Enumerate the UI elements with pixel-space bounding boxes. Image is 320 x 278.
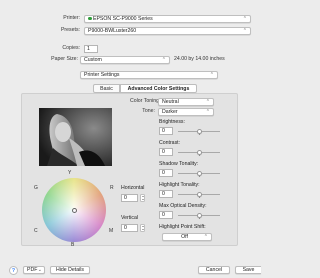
wheel-letter-left: G: [34, 185, 38, 191]
max-optical-density-field[interactable]: 0: [159, 211, 173, 219]
color-toning-value: Neutral: [162, 99, 179, 105]
color-toning-popup[interactable]: Neutral ⌃: [158, 98, 214, 106]
printer-value: EPSON SC-P9000 Series: [93, 16, 153, 22]
vertical-label: Vertical: [121, 215, 139, 221]
max-optical-density-slider-knob[interactable]: [196, 212, 202, 218]
tab-basic[interactable]: Basic: [93, 84, 120, 93]
wheel-letter-bottom-left: C: [34, 228, 38, 234]
copies-field[interactable]: 1: [84, 45, 98, 53]
brightness-label: Brightness:: [159, 119, 185, 125]
section-value: Printer Settings: [84, 72, 120, 78]
highlight-tonality-label: Highlight Tonality:: [159, 182, 200, 188]
color-toning-label: Color Toning:: [130, 98, 161, 104]
cancel-button[interactable]: Cancel: [198, 266, 230, 274]
preview-image: [39, 108, 112, 166]
contrast-label: Contrast:: [159, 140, 181, 146]
horizontal-stepper[interactable]: [140, 194, 145, 202]
contrast-slider-knob[interactable]: [196, 149, 202, 155]
color-wheel[interactable]: [42, 178, 106, 242]
paper-size-label: Paper Size:: [51, 56, 78, 62]
wheel-letter-right: R: [110, 185, 114, 191]
highlight-point-shift-popup[interactable]: Off ⌃: [162, 233, 212, 241]
section-popup[interactable]: Printer Settings ⌃: [80, 71, 218, 79]
wheel-letter-top: Y: [68, 170, 72, 176]
tone-popup[interactable]: Darker ⌃: [158, 108, 214, 116]
pdf-menu-button[interactable]: PDF ⌄: [23, 266, 45, 274]
chevron-down-icon: ⌄: [37, 267, 42, 273]
chevron-updown-icon: ⌃: [203, 234, 208, 240]
tone-label: Tone:: [142, 108, 155, 114]
save-button[interactable]: Save: [235, 266, 261, 274]
chevron-updown-icon: ⌃: [209, 72, 214, 78]
wheel-letter-bottom: B: [71, 242, 75, 248]
tone-value: Darker: [162, 109, 178, 115]
printer-popup[interactable]: EPSON SC-P9000 Series ⌃: [84, 15, 251, 23]
highlight-tonality-field[interactable]: 0: [159, 190, 173, 198]
shadow-tonality-label: Shadow Tonality:: [159, 161, 199, 167]
max-optical-density-label: Max Optical Density:: [159, 203, 207, 209]
chevron-updown-icon: ⌃: [242, 28, 247, 34]
shadow-tonality-field[interactable]: 0: [159, 169, 173, 177]
presets-label: Presets:: [60, 27, 80, 33]
presets-popup[interactable]: P9000-BWLuster260 ⌃: [84, 27, 251, 35]
chevron-updown-icon: ⌃: [161, 57, 166, 63]
presets-value: P9000-BWLuster260: [88, 28, 137, 34]
highlight-point-shift-label: Highlight Point Shift:: [159, 224, 206, 230]
horizontal-label: Horizontal: [121, 185, 145, 191]
help-button[interactable]: ?: [9, 266, 18, 275]
horizontal-field[interactable]: 0: [121, 194, 138, 202]
paper-size-value: Custom: [84, 57, 102, 63]
chevron-updown-icon: ⌃: [205, 109, 210, 115]
copies-label: Copies:: [62, 45, 80, 51]
brightness-field[interactable]: 0: [159, 127, 173, 135]
wheel-center-marker[interactable]: [71, 207, 77, 213]
hide-details-button[interactable]: Hide Details: [50, 266, 90, 274]
tab-advanced-color-settings[interactable]: Advanced Color Settings: [120, 84, 197, 93]
shadow-tonality-slider-knob[interactable]: [196, 170, 202, 176]
chevron-updown-icon: ⌃: [242, 16, 247, 22]
chevron-updown-icon: ⌃: [205, 99, 210, 105]
pdf-label: PDF: [27, 267, 38, 273]
wheel-letter-bottom-right: M: [109, 228, 114, 234]
printer-label: Printer:: [63, 15, 80, 21]
paper-size-dimensions: 24.00 by 14.00 inches: [174, 56, 225, 62]
paper-size-popup[interactable]: Custom ⌃: [80, 56, 170, 64]
vertical-field[interactable]: 0: [121, 224, 138, 232]
vertical-stepper[interactable]: [140, 224, 145, 232]
brightness-slider-knob[interactable]: [196, 128, 202, 134]
printer-status-icon: [88, 16, 92, 21]
contrast-field[interactable]: 0: [159, 148, 173, 156]
highlight-tonality-slider-knob[interactable]: [196, 191, 202, 197]
